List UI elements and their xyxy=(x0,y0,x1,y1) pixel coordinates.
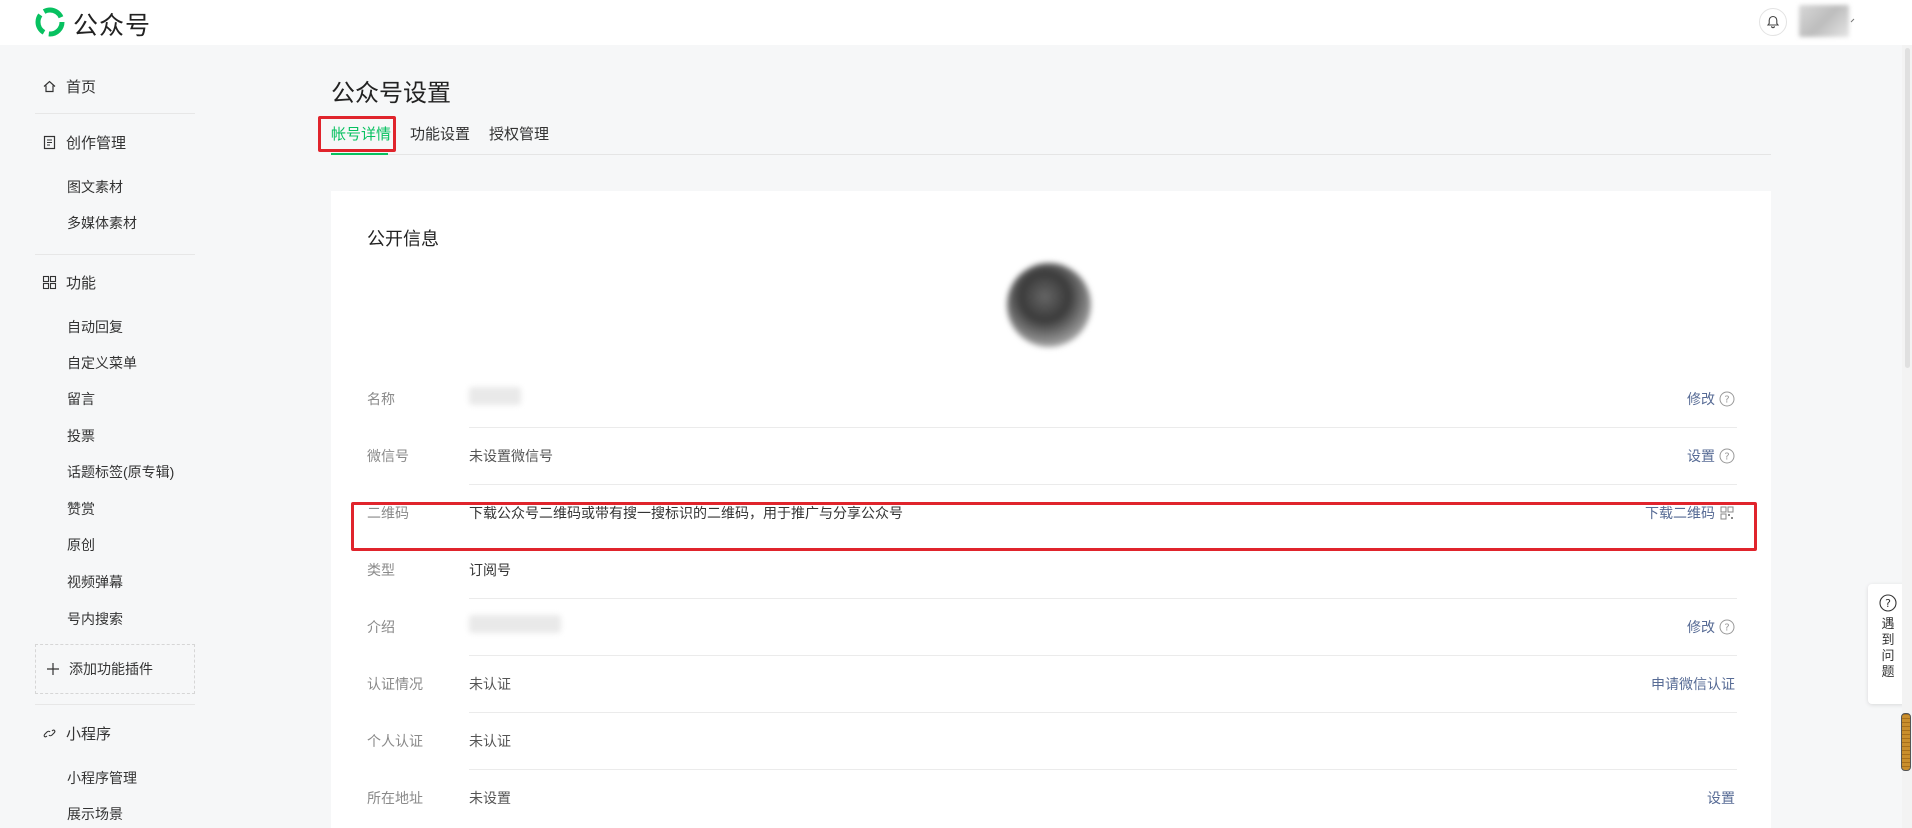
sidebar-item-features[interactable]: 功能 xyxy=(42,271,96,293)
help-circle-icon[interactable]: ? xyxy=(1719,448,1735,464)
set-wechat-id-link[interactable]: 设置? xyxy=(1687,446,1735,466)
row-value-blurred xyxy=(469,387,521,405)
info-row-name: 名称 修改? xyxy=(367,371,1737,428)
user-avatar[interactable] xyxy=(1799,5,1849,37)
row-label: 类型 xyxy=(367,562,395,578)
divider xyxy=(35,113,195,114)
plus-icon xyxy=(47,663,59,675)
action-label: 修改 xyxy=(1687,391,1715,407)
sidebar-subitem-comments[interactable]: 留言 xyxy=(67,389,95,409)
row-value: 订阅号 xyxy=(469,562,511,578)
set-address-link[interactable]: 设置 xyxy=(1707,788,1735,808)
tab-feature-settings[interactable]: 功能设置 xyxy=(410,125,470,155)
row-label: 个人认证 xyxy=(367,733,423,749)
sidebar-item-label: 功能 xyxy=(66,274,97,292)
action-label: 设置 xyxy=(1687,448,1715,464)
svg-text:?: ? xyxy=(1724,395,1729,406)
add-plugin-label: 添加功能插件 xyxy=(69,661,153,677)
sidebar-item-content-management[interactable]: 创作管理 xyxy=(42,131,126,153)
apply-verification-link[interactable]: 申请微信认证 xyxy=(1651,674,1735,694)
row-value: 未设置 xyxy=(469,790,511,806)
sidebar-subitem-appreciation[interactable]: 赞赏 xyxy=(67,499,95,519)
svg-text:?: ? xyxy=(1724,623,1729,634)
sidebar-subitem-display-scenes[interactable]: 展示场景 xyxy=(67,804,123,824)
sidebar-subitem-video-danmaku[interactable]: 视频弹幕 xyxy=(67,572,123,592)
question-icon: ? xyxy=(1879,594,1897,612)
row-label: 微信号 xyxy=(367,448,409,464)
sidebar-subitem-multimedia-material[interactable]: 多媒体素材 xyxy=(67,213,137,233)
divider xyxy=(35,704,195,705)
tab-bar: 帐号详情 功能设置 授权管理 xyxy=(331,125,1771,155)
sidebar-subitem-original[interactable]: 原创 xyxy=(67,535,95,555)
svg-text:?: ? xyxy=(1724,452,1729,463)
active-tab-indicator xyxy=(331,153,388,155)
edit-name-link[interactable]: 修改? xyxy=(1687,389,1735,409)
scrollbar-thumb[interactable] xyxy=(1901,713,1911,771)
grid-icon xyxy=(42,275,57,289)
home-icon xyxy=(43,80,56,92)
sidebar-item-miniprogram[interactable]: 小程序 xyxy=(42,722,111,744)
action-label: 修改 xyxy=(1687,619,1715,635)
tab-authorization-management[interactable]: 授权管理 xyxy=(489,125,549,155)
svg-text:?: ? xyxy=(1885,597,1891,610)
sidebar-item-home[interactable]: 首页 xyxy=(42,75,96,97)
top-bar: 公众号 xyxy=(0,0,1912,45)
sidebar-subitem-auto-reply[interactable]: 自动回复 xyxy=(67,317,123,337)
divider xyxy=(35,254,195,255)
sidebar-subitem-in-account-search[interactable]: 号内搜索 xyxy=(67,609,123,629)
sidebar-item-label: 首页 xyxy=(66,78,97,96)
brand-title[interactable]: 公众号 xyxy=(73,6,151,42)
add-plugin-button[interactable]: 添加功能插件 xyxy=(35,644,195,694)
document-icon xyxy=(43,135,56,149)
info-row-introduction: 介绍 修改? xyxy=(367,599,1737,656)
scrollbar-thumb-top[interactable] xyxy=(1905,48,1910,368)
notification-bell-icon[interactable] xyxy=(1759,8,1787,36)
sidebar-subitem-image-text-material[interactable]: 图文素材 xyxy=(67,177,123,197)
chevron-down-icon[interactable] xyxy=(1849,16,1859,26)
row-value: 未认证 xyxy=(469,676,511,692)
info-row-address: 所在地址 未设置 设置 xyxy=(367,770,1737,827)
page-title: 公众号设置 xyxy=(331,80,451,107)
annotation-highlight-tab xyxy=(318,116,396,152)
help-circle-icon[interactable]: ? xyxy=(1719,619,1735,635)
annotation-highlight-qrcode xyxy=(351,502,1757,551)
sidebar-subitem-topic-tags[interactable]: 话题标签(原专辑) xyxy=(67,462,174,482)
sidebar-subitem-vote[interactable]: 投票 xyxy=(67,426,95,446)
section-title: 公开信息 xyxy=(367,229,439,249)
row-label: 所在地址 xyxy=(367,790,423,806)
row-value-blurred xyxy=(469,615,561,633)
info-row-verification: 认证情况 未认证 申请微信认证 xyxy=(367,656,1737,713)
sidebar-item-label: 小程序 xyxy=(66,725,112,743)
sidebar-subitem-miniprogram-management[interactable]: 小程序管理 xyxy=(67,768,137,788)
info-row-personal-verification: 个人认证 未认证 xyxy=(367,713,1737,770)
link-icon xyxy=(43,729,56,737)
row-value: 未设置微信号 xyxy=(469,448,553,464)
info-row-wechat-id: 微信号 未设置微信号 设置? xyxy=(367,428,1737,485)
row-label: 名称 xyxy=(367,391,395,407)
sidebar-subitem-custom-menu[interactable]: 自定义菜单 xyxy=(67,353,137,373)
row-value: 未认证 xyxy=(469,733,511,749)
help-label: 遇到问题 xyxy=(1881,616,1895,679)
sidebar: 首页 创作管理 图文素材 多媒体素材 功能 自动回复 自定义菜单 留言 投票 话… xyxy=(0,45,210,828)
wechat-official-account-logo-icon[interactable] xyxy=(35,7,65,37)
row-label: 认证情况 xyxy=(367,676,423,692)
sidebar-item-label: 创作管理 xyxy=(66,134,127,152)
help-circle-icon[interactable]: ? xyxy=(1719,391,1735,407)
account-avatar[interactable] xyxy=(1007,263,1091,347)
row-label: 介绍 xyxy=(367,619,395,635)
edit-introduction-link[interactable]: 修改? xyxy=(1687,617,1735,637)
